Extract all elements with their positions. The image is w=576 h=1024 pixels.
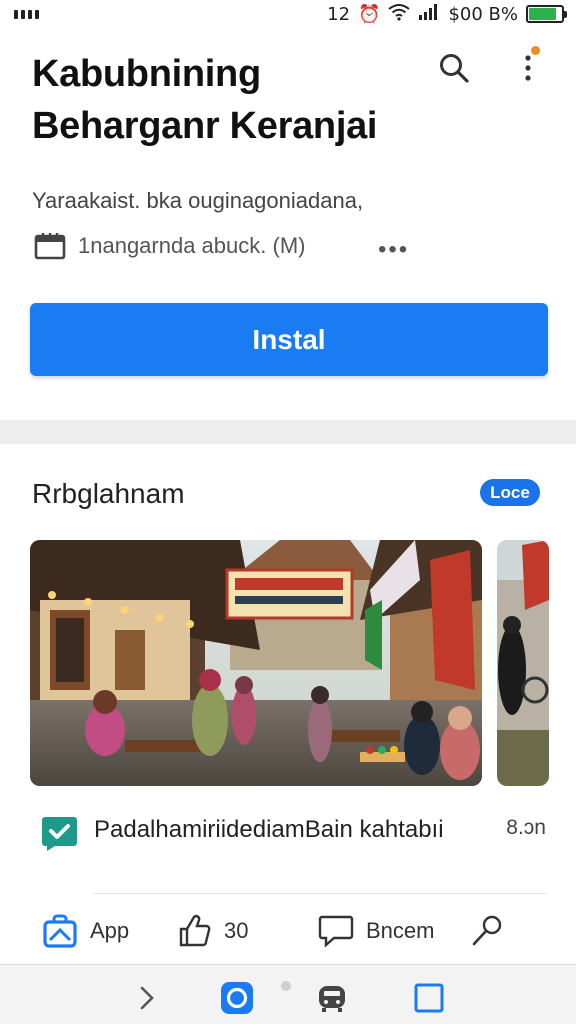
- market-photo[interactable]: [30, 540, 482, 786]
- install-button[interactable]: Instal: [30, 303, 548, 376]
- more-options-button[interactable]: [510, 44, 546, 86]
- nav-recents-button[interactable]: [412, 981, 446, 1015]
- forward-arrow-icon: [140, 986, 154, 1010]
- photo-carousel[interactable]: [30, 540, 576, 786]
- square-icon: [414, 983, 444, 1013]
- like-button[interactable]: 30: [178, 908, 248, 954]
- battery-text: $00 B%: [448, 3, 518, 25]
- signal-dots-icon: [14, 9, 39, 19]
- post-divider: [94, 893, 546, 894]
- header-actions: [436, 44, 546, 86]
- pin-icon: [472, 915, 502, 946]
- section-divider: [0, 420, 576, 444]
- status-time: 12: [327, 3, 351, 25]
- nav-forward-button[interactable]: [130, 981, 164, 1015]
- page-indicator-dot: [281, 981, 291, 991]
- market-scene-image-2: [497, 540, 549, 786]
- battery-level: [529, 8, 557, 20]
- check-chat-icon: [42, 817, 77, 851]
- battery-icon: [526, 5, 567, 23]
- cellular-icon: [418, 3, 440, 25]
- alarm-icon: ⏰: [358, 3, 381, 25]
- app-subtitle: Yaraakaist. bka ouginagoniadana,: [32, 188, 364, 213]
- action-bar: App 30 Bncem: [40, 908, 550, 954]
- wifi-icon: [388, 3, 411, 26]
- comment-button[interactable]: Bncem: [318, 908, 434, 954]
- post-time: 8.ɔn: [506, 816, 546, 839]
- more-vert-icon: [525, 55, 531, 81]
- section-title: Rrbglahnam: [32, 478, 185, 509]
- search-icon: [440, 54, 469, 83]
- like-count: 30: [224, 918, 249, 943]
- calendar-icon: [34, 233, 66, 260]
- market-photo-next[interactable]: [497, 540, 549, 786]
- app-bag-icon: [43, 914, 77, 948]
- post-text: PadalhamiriidediamBain kahtabıi: [94, 816, 444, 843]
- search-button[interactable]: [436, 50, 472, 86]
- status-bar: 12 ⏰ $00 B%: [0, 0, 576, 28]
- nav-car-button[interactable]: [315, 981, 349, 1015]
- section-badge[interactable]: Loce: [480, 479, 540, 506]
- page-title: Kabubnining Beharganr Keranjai: [32, 53, 378, 147]
- app-action-label: App: [90, 918, 130, 943]
- thumbs-up-icon: [179, 914, 211, 947]
- status-right: 12 ⏰ $00 B%: [327, 3, 567, 26]
- comment-label: Bncem: [366, 918, 435, 943]
- comment-icon: [318, 915, 354, 948]
- app-circle-icon: [221, 982, 253, 1014]
- bottom-nav: [0, 964, 576, 1024]
- app-action-button[interactable]: App: [42, 908, 129, 954]
- meta-row: 1nangarnda abuck. (M): [34, 232, 414, 260]
- pin-button[interactable]: [470, 908, 516, 954]
- meta-text: 1nangarnda abuck. (M): [78, 233, 306, 258]
- notification-dot: [529, 44, 542, 57]
- more-dots-button[interactable]: •••: [378, 236, 409, 264]
- car-icon: [319, 986, 345, 1012]
- nav-home-button[interactable]: [220, 981, 254, 1015]
- market-scene-image: [30, 540, 482, 786]
